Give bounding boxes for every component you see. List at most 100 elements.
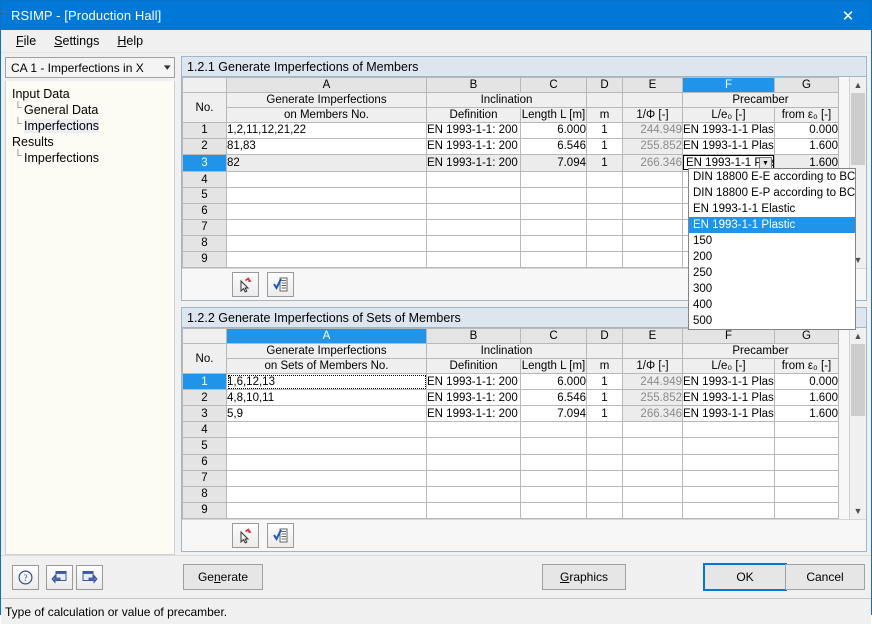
row-number[interactable]: 7	[182, 218, 227, 236]
column-header-g[interactable]: G	[774, 77, 839, 93]
cell-members[interactable]: 81,83	[226, 137, 427, 155]
cell-length[interactable]: 6.546	[520, 389, 587, 407]
cell-precamber-type[interactable]	[682, 501, 775, 519]
column-header-c[interactable]: C	[520, 77, 587, 93]
close-icon[interactable]: ✕	[825, 1, 871, 30]
table-row-selected[interactable]: 1 1,6,12,13 EN 1993-1-1: 200 6.000 1 244…	[182, 372, 839, 391]
graphics-button[interactable]: Graphics	[542, 564, 626, 590]
row-number[interactable]: 6	[182, 202, 227, 220]
cell-epsilon[interactable]: 0.000	[774, 372, 839, 391]
dropdown-option-selected[interactable]: EN 1993-1-1 Plastic	[689, 217, 855, 233]
cell-length[interactable]	[520, 421, 587, 439]
scroll-down-icon[interactable]: ▼	[850, 503, 866, 519]
cell-length[interactable]: 6.000	[520, 372, 587, 391]
cell-m[interactable]	[586, 453, 623, 471]
cell-m[interactable]: 1	[586, 372, 623, 391]
cell-length[interactable]: 6.546	[520, 137, 587, 155]
tree-item-input-data[interactable]: Input Data	[10, 86, 170, 102]
table-row[interactable]: 2 81,83 EN 1993-1-1: 200 6.546 1 255.852…	[182, 137, 839, 155]
scroll-up-icon[interactable]: ▲	[850, 77, 866, 93]
cell-m[interactable]	[586, 187, 623, 204]
cell-length[interactable]	[520, 453, 587, 471]
table-row[interactable]: 7	[182, 469, 839, 487]
table-row[interactable]: 2 4,8,10,11 EN 1993-1-1: 200 6.546 1 255…	[182, 389, 839, 407]
cell-m[interactable]: 1	[586, 153, 623, 173]
cell-length[interactable]	[520, 187, 587, 204]
dropdown-option[interactable]: EN 1993-1-1 Elastic	[689, 201, 855, 217]
row-number[interactable]: 4	[182, 171, 227, 188]
cell-m[interactable]: 1	[586, 137, 623, 155]
row-number[interactable]: 1	[182, 122, 227, 139]
cell-m[interactable]: 1	[586, 405, 623, 423]
dropdown-option[interactable]: 300	[689, 281, 855, 297]
tree-item-results[interactable]: Results	[10, 134, 170, 150]
row-number[interactable]: 3	[182, 405, 227, 423]
row-number[interactable]: 2	[182, 389, 227, 407]
cell-epsilon[interactable]	[774, 453, 839, 471]
cell-sets[interactable]	[226, 485, 427, 503]
scroll-track[interactable]	[850, 344, 866, 503]
cell-definition[interactable]: EN 1993-1-1: 200	[426, 153, 521, 173]
cell-precamber-type[interactable]	[682, 421, 775, 439]
cell-sets[interactable]: 4,8,10,11	[226, 389, 427, 407]
column-header-e[interactable]: E	[622, 77, 683, 93]
cell-length[interactable]	[520, 171, 587, 188]
cell-definition[interactable]	[426, 453, 521, 471]
cell-length[interactable]	[520, 469, 587, 487]
row-number[interactable]: 8	[182, 234, 227, 252]
cell-m[interactable]	[586, 202, 623, 220]
column-header-f[interactable]: F	[682, 77, 775, 93]
column-header-f[interactable]: F	[682, 328, 775, 344]
cell-members[interactable]: 82	[226, 153, 427, 173]
column-header-a[interactable]: A	[226, 77, 427, 93]
cell-length[interactable]	[520, 501, 587, 519]
cell-m[interactable]: 1	[586, 389, 623, 407]
column-header-g[interactable]: G	[774, 328, 839, 344]
column-header-b[interactable]: B	[426, 77, 521, 93]
cell-definition[interactable]	[426, 250, 521, 268]
column-header-e[interactable]: E	[622, 328, 683, 344]
cell-definition[interactable]	[426, 437, 521, 455]
table-row[interactable]: 8	[182, 485, 839, 503]
cell-definition[interactable]	[426, 485, 521, 503]
cell-m[interactable]: 1	[586, 122, 623, 139]
dropdown-option[interactable]: DIN 18800 E-E according to BC	[689, 169, 855, 185]
cell-definition[interactable]: EN 1993-1-1: 200	[426, 137, 521, 155]
cell-length[interactable]	[520, 234, 587, 252]
column-header-c[interactable]: C	[520, 328, 587, 344]
row-number[interactable]: 5	[182, 437, 227, 455]
pick-cursor-icon[interactable]	[232, 523, 259, 548]
scroll-thumb[interactable]	[851, 93, 865, 165]
cell-m[interactable]	[586, 171, 623, 188]
cell-epsilon[interactable]	[774, 469, 839, 487]
scroll-thumb[interactable]	[851, 344, 865, 416]
cell-length[interactable]: 6.000	[520, 122, 587, 139]
cell-precamber-type[interactable]: EN 1993-1-1 Plast	[682, 389, 775, 407]
cell-precamber-type[interactable]	[682, 437, 775, 455]
cell-definition[interactable]	[426, 234, 521, 252]
cell-precamber-type[interactable]	[682, 453, 775, 471]
column-header-a[interactable]: A	[226, 328, 427, 344]
cell-m[interactable]	[586, 485, 623, 503]
cell-length[interactable]	[520, 437, 587, 455]
cell-epsilon[interactable]	[774, 437, 839, 455]
cell-epsilon[interactable]: 0.000	[774, 122, 839, 139]
row-number[interactable]: 9	[182, 501, 227, 519]
tree-item-imperfections-input[interactable]: └ Imperfections	[10, 118, 170, 134]
column-header-d[interactable]: D	[586, 77, 623, 93]
section2-vertical-scrollbar[interactable]: ▲ ▼	[849, 328, 866, 519]
cell-definition[interactable]	[426, 202, 521, 220]
cell-length[interactable]: 7.094	[520, 153, 587, 173]
cell-m[interactable]	[586, 469, 623, 487]
cell-members[interactable]	[226, 171, 427, 188]
row-number[interactable]: 8	[182, 485, 227, 503]
cell-length[interactable]	[520, 250, 587, 268]
cell-length[interactable]	[520, 202, 587, 220]
cell-members[interactable]	[226, 218, 427, 236]
help-question-icon[interactable]: ?	[12, 564, 39, 590]
cell-definition[interactable]	[426, 171, 521, 188]
cell-epsilon[interactable]	[774, 485, 839, 503]
cancel-button[interactable]: Cancel	[785, 564, 865, 590]
cell-definition[interactable]	[426, 218, 521, 236]
row-number[interactable]: 7	[182, 469, 227, 487]
